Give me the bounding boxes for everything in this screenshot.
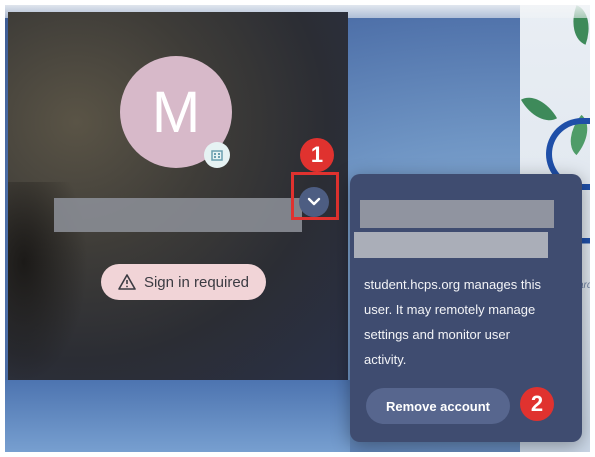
menu-user-name-redacted [360, 200, 554, 228]
remove-account-button[interactable]: Remove account [366, 388, 510, 424]
avatar-initial: M [151, 79, 201, 145]
annotation-step-2: 2 [520, 387, 554, 421]
user-pod: M Sign in required [8, 12, 348, 382]
wallpaper-bottom [0, 380, 350, 457]
sign-in-required-button[interactable]: Sign in required [101, 264, 266, 300]
enterprise-badge-icon [204, 142, 230, 168]
sign-in-required-label: Sign in required [143, 273, 250, 291]
user-menu-dropdown-button[interactable] [299, 187, 329, 217]
annotation-step-1: 1 [300, 138, 334, 172]
chevron-down-icon [307, 197, 321, 206]
user-name-redacted [54, 198, 302, 232]
managed-user-notice: student.hcps.org manages this user. It m… [364, 277, 542, 367]
screen: H ard M Sign in required 1 student.hcps.… [0, 0, 595, 457]
menu-user-email-redacted [354, 232, 548, 258]
warning-icon [118, 274, 136, 290]
leaf-icon [520, 88, 558, 130]
